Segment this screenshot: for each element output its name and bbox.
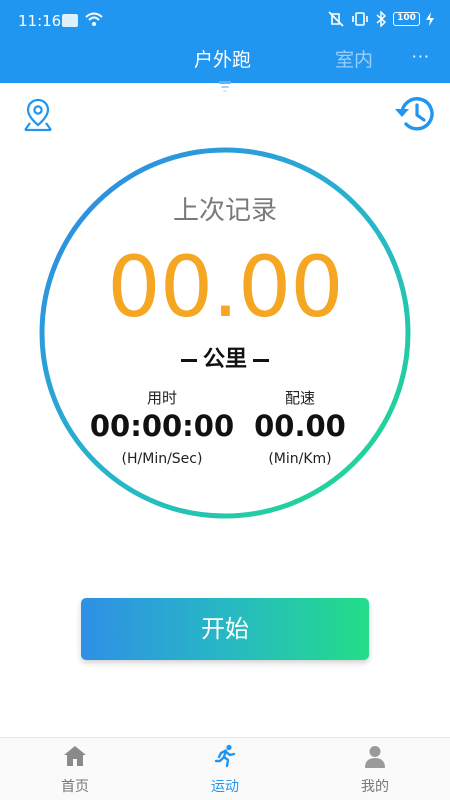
nav-item-home[interactable]: 首页	[15, 738, 135, 800]
vibrate-icon	[352, 12, 368, 26]
unit-dash-right	[253, 358, 269, 362]
tab-indicator	[219, 81, 231, 92]
bottom-nav: 首页 运动 我的	[0, 737, 450, 800]
nav-label-home: 首页	[61, 779, 89, 795]
location-icon[interactable]	[22, 97, 54, 133]
run-mode-tabs: 户外跑 室内 ···	[0, 42, 450, 83]
user-icon	[365, 746, 385, 768]
pace-label: 配速	[284, 389, 315, 407]
tab-indoor-run[interactable]: 室内	[335, 45, 373, 72]
distance-value: 00.00	[107, 238, 343, 336]
nav-label-mine: 我的	[361, 779, 389, 795]
status-time: 11:16	[18, 12, 62, 30]
charging-icon	[426, 12, 434, 26]
wifi-icon	[85, 12, 103, 26]
tab-outdoor-run[interactable]: 户外跑	[194, 45, 251, 72]
pace-value: 00.00	[254, 409, 346, 443]
status-bar: 11:16 100	[0, 0, 450, 42]
notification-icon	[62, 14, 78, 27]
duration-format: (H/Min/Sec)	[121, 451, 203, 467]
battery-indicator: 100	[393, 12, 420, 26]
more-options-icon[interactable]: ···	[412, 47, 430, 66]
last-record-title: 上次记录	[172, 196, 277, 226]
pace-format: (Min/Km)	[268, 451, 332, 467]
status-right: 100	[327, 11, 434, 27]
duration-label: 用时	[146, 389, 177, 407]
vibrate-mute-icon	[328, 11, 344, 27]
distance-unit: 公里	[0, 341, 450, 373]
bluetooth-icon	[376, 11, 387, 27]
home-icon	[64, 746, 86, 766]
unit-label: 公里	[202, 347, 247, 372]
history-icon[interactable]	[391, 94, 435, 134]
duration-value: 00:00:00	[89, 409, 235, 443]
start-button[interactable]: 开始	[81, 598, 369, 660]
nav-item-sport[interactable]: 运动	[165, 738, 285, 800]
top-bar: 11:16 100 户外跑 室内 ···	[0, 0, 450, 83]
nav-label-sport: 运动	[211, 779, 239, 795]
nav-item-mine[interactable]: 我的	[315, 738, 435, 800]
running-icon	[214, 744, 236, 768]
app-screen: 11:16 100 户外跑 室内 ··· 上次记录 00.00 公里 用时 00…	[0, 0, 450, 800]
unit-dash-left	[180, 358, 197, 362]
